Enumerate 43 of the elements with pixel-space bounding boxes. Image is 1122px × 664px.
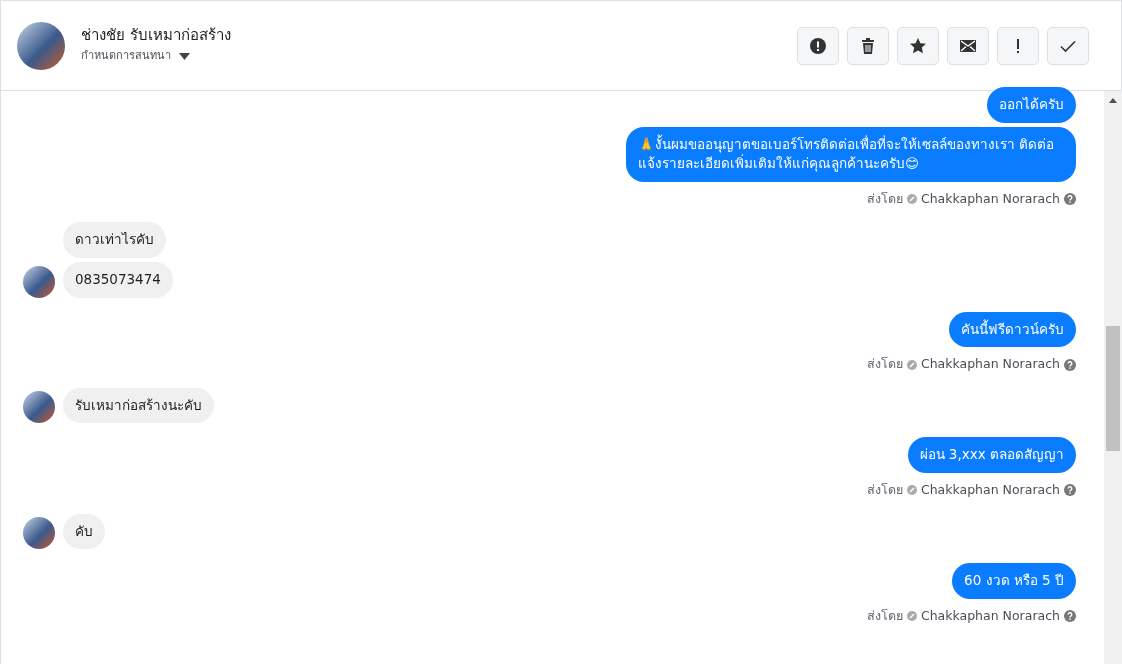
message-bubble: ออกได้ครับ	[987, 87, 1076, 123]
scrollbar[interactable]	[1104, 91, 1122, 664]
sent-by-label: ส่งโดย	[866, 481, 903, 499]
assign-label[interactable]: กำหนดการสนทนา	[81, 48, 171, 65]
scroll-up-icon[interactable]	[1109, 98, 1117, 103]
sent-by-label: ส่งโดย	[866, 355, 903, 374]
sender-name[interactable]: Chakkaphan Norarach	[920, 355, 1060, 374]
trash-icon	[860, 37, 876, 54]
contact-name: ช่างชัย รับเหมาก่อสร้าง	[81, 26, 232, 45]
message-bubble: ดาวเท่าไรคับ	[63, 222, 166, 258]
alert-icon	[810, 37, 826, 54]
star-icon	[910, 37, 926, 54]
message-bubble: ผ่อน 3,xxx ตลอดสัญญา	[907, 437, 1076, 473]
help-icon[interactable]	[1064, 193, 1076, 206]
sent-by-label: ส่งโดย	[866, 606, 903, 625]
avatar-photo	[23, 391, 55, 424]
message-bubble: 🙏งั้นผมขออนุญาตขอเบอร์โทรติดต่อเพื่อที่จะให้เซลล์ของทางเรา ติดต่อแจ้งรายละเอียดเพิ่มเติมให้แก่คุณลูกค้านะครับ😊	[626, 126, 1076, 182]
message-bubble: 0835073474	[63, 262, 173, 298]
envelope-icon	[960, 37, 976, 54]
message-bubble: 60 งวด หรือ 5 ปี	[952, 563, 1076, 599]
sender-name[interactable]: Chakkaphan Norarach	[920, 481, 1060, 500]
sender-name[interactable]: Chakkaphan Norarach	[920, 606, 1060, 626]
help-icon[interactable]	[1064, 484, 1076, 497]
avatar-photo	[17, 21, 65, 70]
sender-icon	[906, 611, 917, 622]
help-icon[interactable]	[1064, 610, 1076, 623]
help-icon[interactable]	[1064, 358, 1076, 371]
sent-by-label: ส่งโดย	[866, 189, 903, 208]
avatar-photo	[23, 517, 55, 550]
star-button[interactable]	[897, 26, 939, 65]
avatar-photo	[23, 265, 55, 298]
sender-icon	[906, 194, 917, 205]
message-bubble: คับ	[63, 513, 105, 550]
delete-button[interactable]	[847, 26, 889, 65]
sender-name[interactable]: Chakkaphan Norarach	[920, 189, 1060, 209]
sender-icon	[906, 359, 917, 370]
unread-button[interactable]	[947, 26, 989, 65]
scrollbar-thumb[interactable]	[1106, 326, 1120, 451]
sender-icon	[906, 485, 917, 496]
message-bubble: รับเหมาก่อสร้างนะคับ	[63, 387, 214, 424]
message-bubble: คันนี้ฟรีดาวน์ครับ	[949, 311, 1076, 348]
caret-icon[interactable]	[179, 53, 190, 60]
spam-button[interactable]	[797, 26, 839, 65]
